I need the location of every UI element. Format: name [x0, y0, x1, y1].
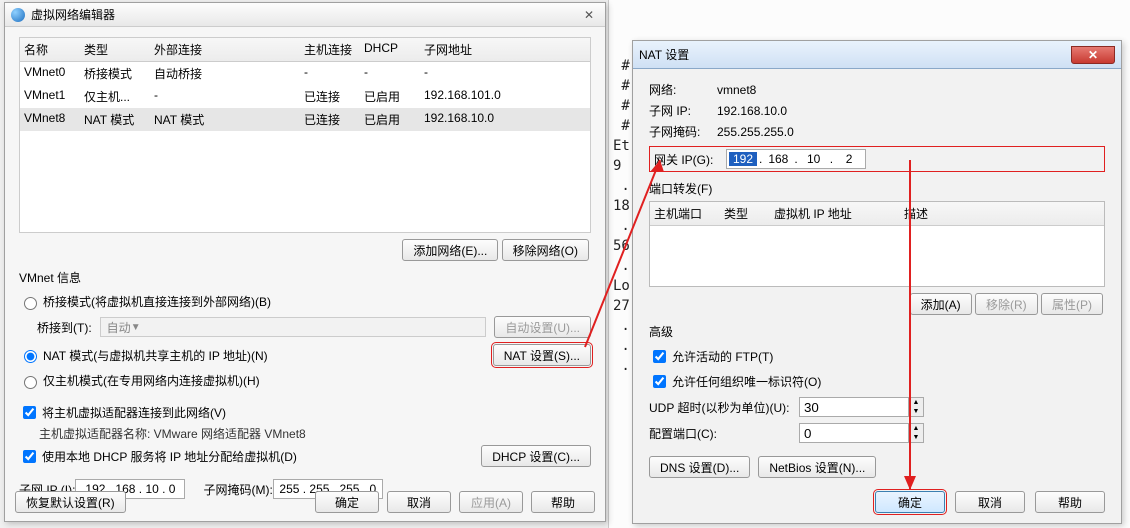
- bridge-to-label: 桥接到(T):: [37, 319, 92, 336]
- help-button[interactable]: 帮助: [531, 491, 595, 513]
- cfg-port-label: 配置端口(C):: [649, 425, 799, 442]
- nat-titlebar[interactable]: NAT 设置 ✕: [633, 41, 1121, 69]
- use-dhcp-check[interactable]: 使用本地 DHCP 服务将 IP 地址分配给虚拟机(D) DHCP 设置(C).…: [19, 442, 591, 470]
- table-header: 名称 类型 外部连接 主机连接 DHCP 子网地址: [20, 38, 590, 62]
- udp-timeout-input[interactable]: ▲▼: [799, 397, 924, 417]
- auto-set-button[interactable]: 自动设置(U)...: [494, 316, 591, 338]
- col-host: 主机连接: [304, 41, 364, 58]
- subip-value: 192.168.10.0: [717, 104, 787, 118]
- nat-help-button[interactable]: 帮助: [1035, 491, 1105, 513]
- ok-button[interactable]: 确定: [315, 491, 379, 513]
- nat-settings-button[interactable]: NAT 设置(S)...: [493, 344, 591, 366]
- submask-value: 255.255.255.0: [717, 125, 794, 139]
- col-subnet: 子网地址: [424, 41, 544, 58]
- close-icon[interactable]: ✕: [579, 8, 599, 22]
- window-title: 虚拟网络编辑器: [31, 6, 115, 23]
- titlebar[interactable]: 虚拟网络编辑器 ✕: [5, 3, 605, 27]
- col-name: 名称: [24, 41, 84, 58]
- mode-bridge-radio[interactable]: 桥接模式(将虚拟机直接连接到外部网络)(B): [19, 290, 591, 313]
- netbios-settings-button[interactable]: NetBios 设置(N)...: [758, 456, 876, 478]
- pf-remove-button[interactable]: 移除(R): [975, 293, 1038, 315]
- allow-org-check[interactable]: 允许任何组织唯一标识符(O): [649, 369, 1105, 394]
- pf-col-hostport: 主机端口: [654, 205, 724, 222]
- close-button[interactable]: ✕: [1071, 46, 1115, 64]
- net-value: vmnet8: [717, 83, 756, 97]
- gateway-label: 网关 IP(G):: [654, 151, 726, 168]
- spin-up-icon[interactable]: ▲: [909, 424, 923, 433]
- spin-down-icon[interactable]: ▼: [909, 433, 923, 442]
- adapter-name: 主机虚拟适配器名称: VMware 网络适配器 VMnet8: [19, 425, 591, 442]
- col-type: 类型: [84, 41, 154, 58]
- port-forward-label: 端口转发(F): [649, 180, 1105, 197]
- connect-adapter-check[interactable]: 将主机虚拟适配器连接到此网络(V): [19, 400, 591, 425]
- net-label: 网络:: [649, 81, 717, 98]
- restore-defaults-button[interactable]: 恢复默认设置(R): [15, 491, 126, 513]
- table-row[interactable]: VMnet1 仅主机... - 已连接 已启用 192.168.101.0: [20, 85, 590, 108]
- nat-window-title: NAT 设置: [639, 46, 689, 63]
- network-list[interactable]: 名称 类型 外部连接 主机连接 DHCP 子网地址 VMnet0 桥接模式 自动…: [19, 37, 591, 233]
- nat-settings-window: NAT 设置 ✕ 网络:vmnet8 子网 IP:192.168.10.0 子网…: [632, 40, 1122, 524]
- virtual-network-editor-window: 虚拟网络编辑器 ✕ 名称 类型 外部连接 主机连接 DHCP 子网地址 VMne…: [4, 2, 606, 522]
- cancel-button[interactable]: 取消: [387, 491, 451, 513]
- gateway-ip-input[interactable]: 192. 168. 10. 2: [726, 149, 866, 169]
- remove-network-button[interactable]: 移除网络(O): [502, 239, 589, 261]
- pf-col-vmip: 虚拟机 IP 地址: [774, 205, 904, 222]
- col-dhcp: DHCP: [364, 41, 424, 58]
- subip-label: 子网 IP:: [649, 102, 717, 119]
- apply-button[interactable]: 应用(A): [459, 491, 523, 513]
- mode-nat-radio[interactable]: NAT 模式(与虚拟机共享主机的 IP 地址)(N) NAT 设置(S)...: [19, 341, 591, 369]
- nat-ok-button[interactable]: 确定: [875, 491, 945, 513]
- mode-host-radio[interactable]: 仅主机模式(在专用网络内连接虚拟机)(H): [19, 369, 591, 392]
- udp-timeout-label: UDP 超时(以秒为单位)(U):: [649, 399, 799, 416]
- allow-ftp-check[interactable]: 允许活动的 FTP(T): [649, 344, 1105, 369]
- bridge-to-select[interactable]: 自动 ▼: [100, 317, 487, 337]
- pf-col-type: 类型: [724, 205, 774, 222]
- dhcp-settings-button[interactable]: DHCP 设置(C)...: [481, 445, 591, 467]
- port-forward-list[interactable]: 主机端口 类型 虚拟机 IP 地址 描述: [649, 201, 1105, 287]
- vmnet-info-label: VMnet 信息: [19, 269, 591, 286]
- pf-col-desc: 描述: [904, 205, 1100, 222]
- pf-prop-button[interactable]: 属性(P): [1041, 293, 1103, 315]
- pf-add-button[interactable]: 添加(A): [910, 293, 972, 315]
- table-row[interactable]: VMnet8 NAT 模式 NAT 模式 已连接 已启用 192.168.10.…: [20, 108, 590, 131]
- table-row[interactable]: VMnet0 桥接模式 自动桥接 - - -: [20, 62, 590, 85]
- spin-up-icon[interactable]: ▲: [909, 398, 923, 407]
- nat-cancel-button[interactable]: 取消: [955, 491, 1025, 513]
- dns-settings-button[interactable]: DNS 设置(D)...: [649, 456, 750, 478]
- col-ext: 外部连接: [154, 41, 304, 58]
- submask-label: 子网掩码:: [649, 123, 717, 140]
- advanced-label: 高级: [649, 323, 1105, 340]
- gateway-row: 网关 IP(G): 192. 168. 10. 2: [649, 146, 1105, 172]
- chevron-down-icon: ▼: [131, 322, 141, 333]
- add-network-button[interactable]: 添加网络(E)...: [402, 239, 498, 261]
- cfg-port-input[interactable]: ▲▼: [799, 423, 924, 443]
- globe-icon: [11, 8, 25, 22]
- spin-down-icon[interactable]: ▼: [909, 407, 923, 416]
